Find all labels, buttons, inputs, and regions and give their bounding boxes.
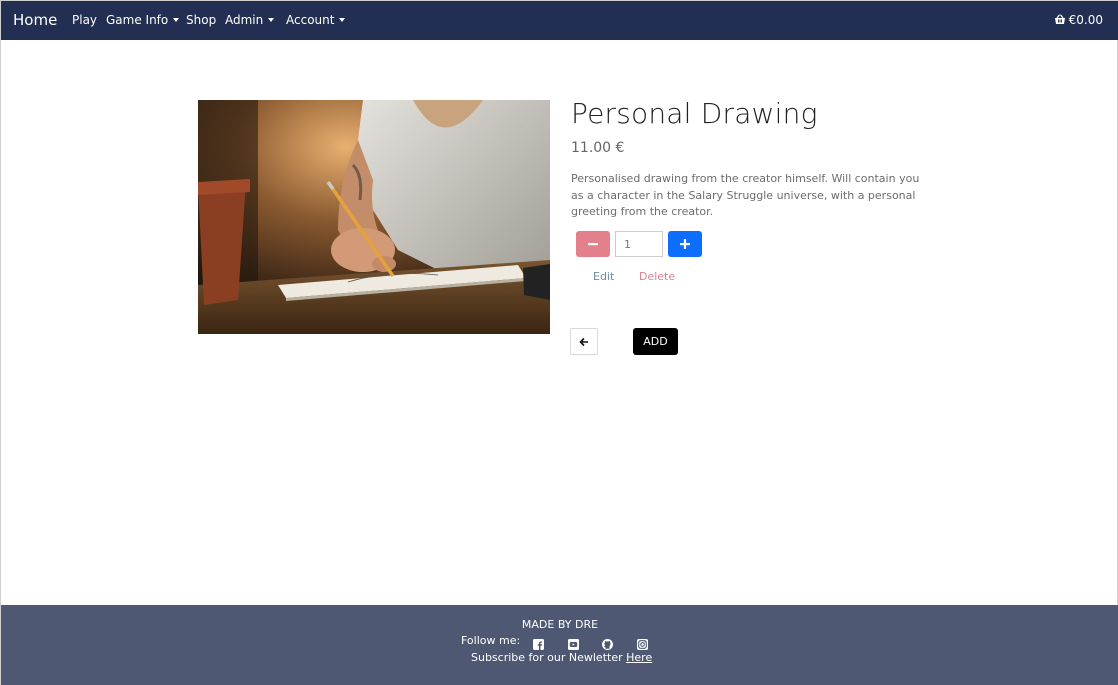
footer-credit: MADE BY DRE (521, 618, 599, 631)
nav-item-account[interactable]: Account (286, 13, 346, 27)
minus-icon (588, 243, 598, 246)
caret-down-icon (339, 18, 346, 22)
youtube-icon[interactable] (568, 635, 579, 650)
cart-total: €0.00 (1068, 13, 1103, 27)
back-button[interactable] (570, 328, 598, 355)
delete-product-link[interactable]: Delete (639, 270, 675, 283)
top-navbar: Home Play Game Info Shop Admin Account €… (1, 0, 1118, 40)
increase-quantity-button[interactable] (668, 231, 702, 257)
instagram-icon[interactable] (637, 635, 648, 650)
nav-home-link[interactable]: Home (13, 11, 57, 29)
nav-item-label: Play (72, 13, 98, 27)
product-price: 11.00 € (571, 140, 625, 156)
nav-item-play[interactable]: Play (72, 13, 97, 27)
github-icon[interactable] (602, 635, 613, 650)
cart-button[interactable]: €0.00 (1054, 13, 1103, 27)
caret-down-icon (173, 18, 180, 22)
facebook-icon[interactable] (533, 635, 544, 650)
follow-label: Follow me: (461, 634, 521, 647)
plus-icon (680, 239, 690, 249)
nav-item-label: Account (286, 13, 335, 27)
newsletter-text: Subscribe for our Newletter Here (471, 651, 652, 664)
nav-item-label: Shop (186, 13, 217, 27)
basket-icon (1054, 14, 1065, 24)
footer: MADE BY DRE Follow me: Subscribe for our… (1, 605, 1118, 685)
edit-product-link[interactable]: Edit (593, 270, 614, 283)
nav-item-shop[interactable]: Shop (186, 13, 216, 27)
product-description: Personalised drawing from the creator hi… (571, 172, 920, 218)
add-to-cart-button[interactable]: ADD (633, 328, 678, 355)
product-image (198, 100, 550, 334)
caret-down-icon (268, 18, 275, 22)
nav-item-label: Game Info (106, 13, 169, 27)
arrow-left-icon (579, 337, 588, 346)
decrease-quantity-button[interactable] (576, 231, 610, 257)
product-title: Personal Drawing (571, 97, 818, 130)
nav-item-game-info[interactable]: Game Info (106, 13, 180, 27)
newsletter-label: Subscribe for our Newletter (471, 651, 623, 664)
quantity-input[interactable] (615, 231, 663, 257)
nav-item-admin[interactable]: Admin (225, 13, 275, 27)
nav-item-label: Admin (225, 13, 264, 27)
newsletter-link[interactable]: Here (626, 651, 652, 664)
